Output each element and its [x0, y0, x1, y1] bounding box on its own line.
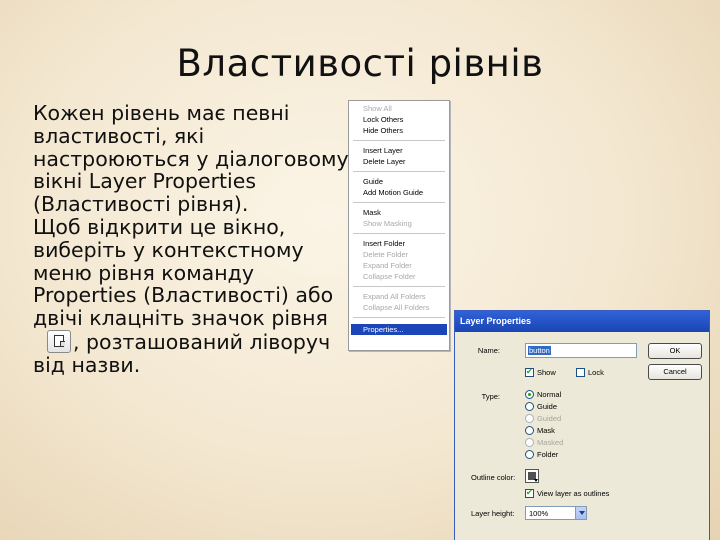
name-field[interactable]: button: [525, 343, 637, 358]
paragraph-2-start: Щоб відкрити це вікно, виберіть у контек…: [33, 214, 334, 331]
type-option-label: Folder: [537, 450, 559, 459]
layer-context-menu: Show All Lock Others Hide Others Insert Lay…: [348, 100, 450, 351]
menu-item-delete-layer[interactable]: Delete Layer: [349, 156, 449, 167]
type-option-label: Masked: [537, 438, 564, 447]
menu-item-delete-folder[interactable]: Delete Folder: [349, 249, 449, 260]
type-label: Type:: [481, 392, 500, 401]
menu-separator: [353, 317, 445, 318]
lock-label: Lock: [588, 368, 604, 377]
layer-page-icon: [47, 329, 71, 353]
type-radio-guided: [525, 414, 534, 423]
slide-title: Властивості рівнів: [176, 42, 544, 85]
view-outlines-checkbox[interactable]: [525, 488, 534, 498]
menu-item-guide[interactable]: Guide: [349, 176, 449, 187]
menu-item-expand-folder[interactable]: Expand Folder: [349, 260, 449, 271]
name-field-value: button: [528, 346, 551, 355]
menu-separator: [353, 286, 445, 287]
menu-separator: [353, 202, 445, 203]
dialog-title: Layer Properties: [455, 311, 709, 332]
menu-item-hide-others[interactable]: Hide Others: [349, 125, 449, 136]
type-option-label: Guide: [537, 402, 558, 411]
menu-item-collapse-folder[interactable]: Collapse Folder: [349, 271, 449, 282]
type-radio-normal[interactable]: [525, 390, 534, 399]
slide-body-text: Кожен рівень має певні властивості, які …: [33, 102, 353, 377]
name-label: Name:: [477, 346, 500, 355]
type-radio-guide[interactable]: [525, 402, 534, 411]
outline-color-label: Outline color:: [471, 473, 516, 482]
menu-item-insert-layer[interactable]: Insert Layer: [349, 145, 449, 156]
lock-checkbox[interactable]: [576, 368, 585, 377]
menu-item-add-motion-guide[interactable]: Add Motion Guide: [349, 187, 449, 198]
menu-item-show-all[interactable]: Show All: [349, 103, 449, 114]
menu-separator: [353, 140, 445, 141]
show-checkbox[interactable]: [525, 367, 534, 377]
menu-item-insert-folder[interactable]: Insert Folder: [349, 238, 449, 249]
menu-item-mask[interactable]: Mask: [349, 207, 449, 218]
show-label: Show: [537, 368, 556, 377]
type-radio-mask[interactable]: [525, 426, 534, 435]
paragraph-2: Щоб відкрити це вікно, виберіть у контек…: [33, 216, 353, 377]
type-option-label: Guided: [537, 414, 562, 423]
menu-separator: [353, 233, 445, 234]
menu-item-expand-all-folders[interactable]: Expand All Folders: [349, 291, 449, 302]
paragraph-2-end: , розташований ліворуч від назви.: [33, 329, 331, 377]
outline-color-swatch[interactable]: [525, 469, 539, 483]
ok-button[interactable]: OK: [648, 343, 702, 359]
layer-height-label: Layer height:: [471, 509, 515, 518]
menu-item-collapse-all-folders[interactable]: Collapse All Folders: [349, 302, 449, 313]
view-outlines-label: View layer as outlines: [537, 489, 610, 498]
menu-item-lock-others[interactable]: Lock Others: [349, 114, 449, 125]
cancel-button[interactable]: Cancel: [648, 364, 702, 380]
menu-item-show-masking[interactable]: Show Masking: [349, 218, 449, 229]
layer-properties-dialog: Layer Properties Name: button OK Cancel …: [454, 310, 710, 540]
menu-item-properties[interactable]: Properties...: [351, 324, 447, 335]
menu-separator: [353, 171, 445, 172]
chevron-down-icon[interactable]: [575, 507, 586, 519]
type-option-label: Mask: [537, 426, 555, 435]
paragraph-1: Кожен рівень має певні властивості, які …: [33, 101, 349, 217]
layer-height-select[interactable]: 100%: [525, 506, 587, 520]
layer-height-value: 100%: [529, 509, 549, 518]
type-radio-masked: [525, 438, 534, 447]
type-option-label: Normal: [537, 390, 562, 399]
type-radio-folder[interactable]: [525, 450, 534, 459]
